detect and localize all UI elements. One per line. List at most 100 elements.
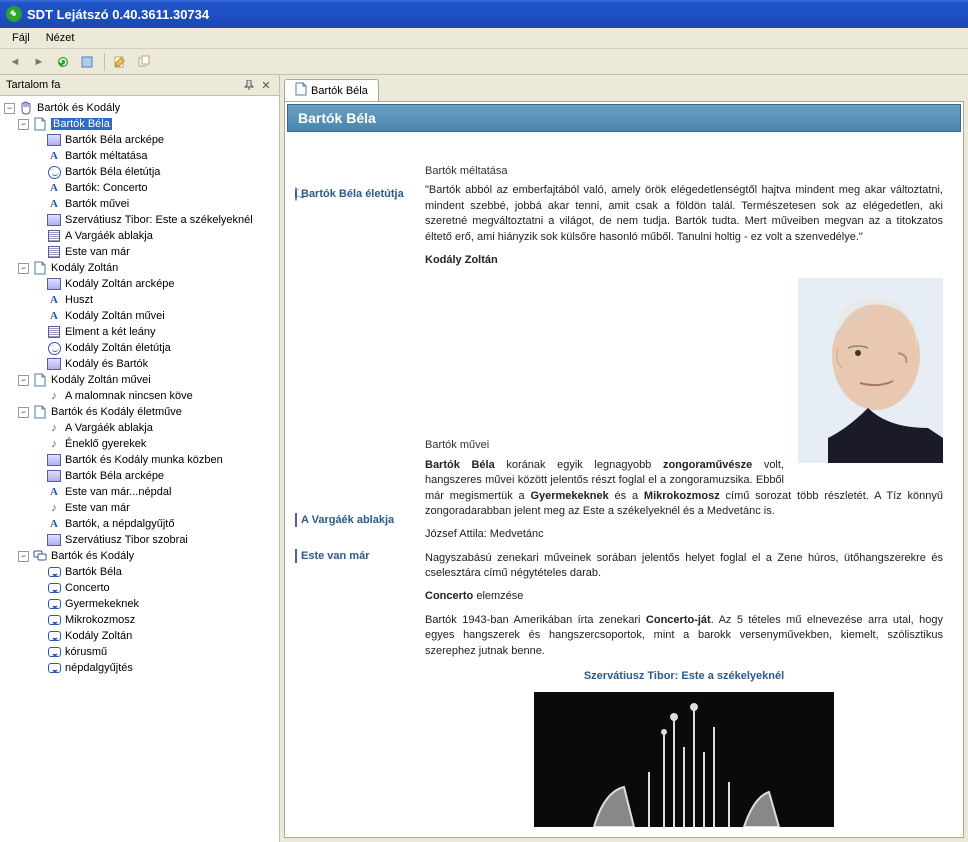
bubble-icon: [46, 597, 62, 611]
tree-item[interactable]: Kodály Zoltán: [32, 628, 279, 644]
bartok-portrait: [798, 278, 943, 463]
music-note-icon: ♪: [46, 501, 62, 515]
tree-item[interactable]: AEste van már...népdal: [32, 484, 279, 500]
expander-icon[interactable]: −: [18, 407, 29, 418]
quote-text: "Bartók abból az emberfajtából való, ame…: [425, 183, 943, 245]
tree-view[interactable]: − Bartók és Kodály − Bartók Béla: [0, 96, 279, 842]
bubble-icon: [46, 629, 62, 643]
tree-root[interactable]: − Bartók és Kodály: [4, 100, 279, 116]
paragraph: Bartók Béla korának egyik legnagyobb zon…: [425, 458, 943, 520]
text-a-icon: A: [46, 485, 62, 499]
tree-item[interactable]: Kodály és Bartók: [32, 356, 279, 372]
tab-bartok-bela[interactable]: Bartók Béla: [284, 79, 379, 101]
text-a-icon: A: [46, 517, 62, 531]
tree-item[interactable]: kórusmű: [32, 644, 279, 660]
content-body[interactable]: Bartók Béla Bartók Béla életútja A Vargá…: [284, 101, 964, 838]
tree-item[interactable]: AKodály Zoltán művei: [32, 308, 279, 324]
tree-branch-eletmuve[interactable]: − Bartók és Kodály életműve: [18, 404, 279, 420]
paragraph: József Attila: Medvetánc: [425, 527, 943, 542]
menu-view[interactable]: Nézet: [38, 30, 83, 46]
tree-item[interactable]: Este van már: [32, 244, 279, 260]
pin-icon[interactable]: [242, 78, 256, 92]
forward-button[interactable]: ►: [28, 51, 50, 73]
tree-branch-kodaly-muvei[interactable]: − Kodály Zoltán művei: [18, 372, 279, 388]
tree-item[interactable]: Bartók Béla arcképe: [32, 132, 279, 148]
content-area: Bartók Béla Bartók Béla Bartók Béla élet…: [280, 75, 968, 842]
bubble-icon: [46, 581, 62, 595]
tree-item[interactable]: Mikrokozmosz: [32, 612, 279, 628]
bubbles-icon: [32, 549, 48, 563]
tree-branch-glossary[interactable]: − Bartók és Kodály: [18, 548, 279, 564]
sidebar-header: Tartalom fa ✕: [0, 75, 279, 96]
text-a-icon: A: [46, 309, 62, 323]
tree-item[interactable]: Bartók és Kodály munka közben: [32, 452, 279, 468]
sidelink-vargak[interactable]: A Vargáék ablakja: [295, 514, 419, 526]
tree-label: Bartók és Kodály: [51, 550, 134, 562]
window-titlebar: SDT Lejátszó 0.40.3611.30734: [0, 0, 968, 28]
tree-item[interactable]: népdalgyűjtés: [32, 660, 279, 676]
tree-item[interactable]: Gyermekeknek: [32, 596, 279, 612]
tree-item[interactable]: Kodály Zoltán arcképe: [32, 276, 279, 292]
tree-item[interactable]: ABartók méltatása: [32, 148, 279, 164]
tree-label: Bartók Béla: [51, 118, 112, 130]
tabs: Bartók Béla: [284, 79, 964, 101]
image-icon: [46, 453, 62, 467]
tree-item[interactable]: AHuszt: [32, 292, 279, 308]
tree-label: Kodály Zoltán művei: [51, 374, 151, 386]
tree-item[interactable]: ♪A Vargáék ablakja: [32, 420, 279, 436]
textfile-icon: [295, 514, 297, 526]
tree-item[interactable]: A Vargáék ablakja: [32, 228, 279, 244]
close-icon[interactable]: ✕: [259, 78, 273, 92]
app-icon: [6, 6, 22, 22]
page-button[interactable]: [76, 51, 98, 73]
sidelink-este[interactable]: Este van már: [295, 550, 419, 562]
expander-icon[interactable]: −: [18, 551, 29, 562]
copy-button[interactable]: [133, 51, 155, 73]
tree-item[interactable]: Kodály Zoltán életútja: [32, 340, 279, 356]
tree-item[interactable]: ♪A malomnak nincsen köve: [32, 388, 279, 404]
tree-item[interactable]: ABartók: Concerto: [32, 180, 279, 196]
textfile-icon: [46, 245, 62, 259]
image-icon: [46, 213, 62, 227]
tree-item[interactable]: ♪Este van már: [32, 500, 279, 516]
text-a-icon: A: [46, 293, 62, 307]
music-note-icon: ♪: [46, 421, 62, 435]
textfile-icon: [295, 550, 297, 562]
tree-item[interactable]: Elment a két leány: [32, 324, 279, 340]
tab-label: Bartók Béla: [311, 85, 368, 97]
content-side-links: Bartók Béla életútja A Vargáék ablakja E…: [295, 164, 425, 827]
tree-label: Bartók és Kodály: [37, 102, 120, 114]
music-note-icon: ♪: [46, 437, 62, 451]
expander-icon[interactable]: −: [18, 263, 29, 274]
tree-branch-bartok-bela[interactable]: − Bartók Béla: [18, 116, 279, 132]
tree-item[interactable]: Bartók Béla: [32, 564, 279, 580]
document-icon: [32, 373, 48, 387]
sidelink-eletutja[interactable]: Bartók Béla életútja: [295, 188, 419, 200]
article-body: Bartók méltatása "Bartók abból az emberf…: [425, 164, 953, 827]
tree-item[interactable]: Szervátiusz Tibor szobrai: [32, 532, 279, 548]
window-title: SDT Lejátszó 0.40.3611.30734: [27, 7, 209, 22]
tree-item[interactable]: Concerto: [32, 580, 279, 596]
edit-button[interactable]: [109, 51, 131, 73]
smile-icon: [295, 188, 297, 200]
back-button[interactable]: ◄: [4, 51, 26, 73]
smile-icon: [46, 165, 62, 179]
tree-branch-kodaly-zoltan[interactable]: − Kodály Zoltán: [18, 260, 279, 276]
tree-item[interactable]: ABartók művei: [32, 196, 279, 212]
text-a-icon: A: [46, 181, 62, 195]
sidebar: Tartalom fa ✕ − Bartók és Kodály: [0, 75, 280, 842]
tree-item[interactable]: Szervátiusz Tibor: Este a székelyeknél: [32, 212, 279, 228]
tree-item[interactable]: ABartók, a népdalgyűjtő: [32, 516, 279, 532]
expander-icon[interactable]: −: [4, 103, 15, 114]
image-icon: [46, 357, 62, 371]
tree-item[interactable]: ♪Éneklő gyerekek: [32, 436, 279, 452]
expander-icon[interactable]: −: [18, 375, 29, 386]
refresh-button[interactable]: [52, 51, 74, 73]
tree-item[interactable]: Bartók Béla életútja: [32, 164, 279, 180]
tree-item[interactable]: Bartók Béla arcképe: [32, 468, 279, 484]
expander-icon[interactable]: −: [18, 119, 29, 130]
menu-file[interactable]: Fájl: [4, 30, 38, 46]
toolbar-separator: [104, 53, 105, 71]
sidebar-title: Tartalom fa: [6, 79, 60, 91]
text-a-icon: A: [46, 149, 62, 163]
